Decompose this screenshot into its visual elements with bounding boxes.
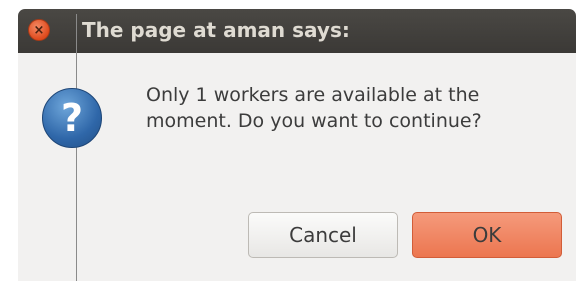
question-icon: ? bbox=[42, 88, 102, 148]
dialog-message: Only 1 workers are available at the mome… bbox=[146, 82, 566, 134]
message-line: Only 1 workers are available at the bbox=[146, 84, 480, 106]
message-line: moment. Do you want to continue? bbox=[146, 110, 482, 132]
alert-dialog: × The page at aman says: ? Only 1 worker… bbox=[0, 0, 576, 281]
cancel-button[interactable]: Cancel bbox=[248, 212, 398, 258]
dialog-title: The page at aman says: bbox=[82, 18, 350, 42]
close-icon[interactable]: × bbox=[28, 19, 50, 41]
ok-button[interactable]: OK bbox=[412, 212, 562, 258]
